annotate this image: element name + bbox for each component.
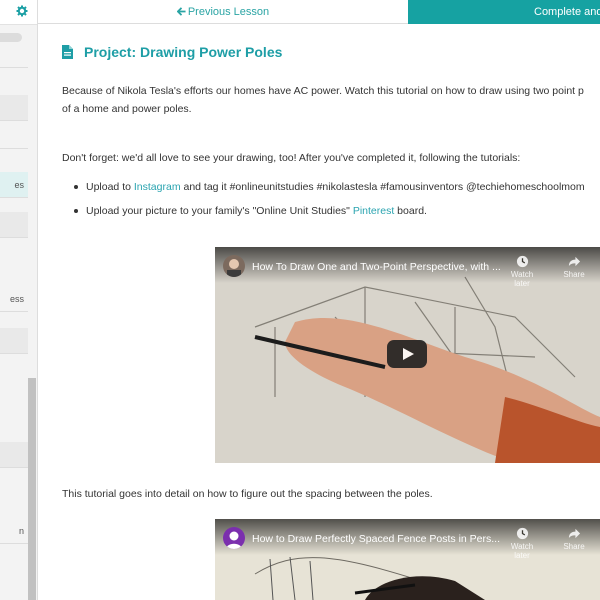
complete-lesson-label: Complete and <box>534 6 600 18</box>
channel-avatar[interactable] <box>223 255 245 277</box>
video-title[interactable]: How to Draw Perfectly Spaced Fence Posts… <box>252 533 502 545</box>
spacing-text: This tutorial goes into detail on how to… <box>62 488 433 500</box>
sidebar-item[interactable] <box>0 328 28 354</box>
sidebar-header <box>0 0 37 25</box>
video-player-fence-posts[interactable]: How to Draw Perfectly Spaced Fence Posts… <box>215 519 600 600</box>
intro-text-line1: Because of Nikola Tesla's efforts our ho… <box>62 85 584 97</box>
sidebar-item[interactable] <box>0 442 28 468</box>
sidebar-item[interactable] <box>0 212 28 238</box>
sidebar-item[interactable]: ess <box>0 286 28 312</box>
clock-icon <box>516 527 528 540</box>
sidebar-scrollbar[interactable] <box>28 378 36 600</box>
sidebar-item[interactable] <box>0 95 28 121</box>
intro-text-line2: of a home and power poles. <box>62 103 192 115</box>
instagram-link[interactable]: Instagram <box>134 181 181 193</box>
gear-icon[interactable] <box>16 5 28 17</box>
watch-later-button[interactable]: Watch later <box>504 255 540 288</box>
sidebar-item-active[interactable]: es <box>0 172 28 198</box>
lesson-content: Project: Drawing Power Poles Because of … <box>62 24 600 600</box>
sidebar-search[interactable] <box>0 33 22 42</box>
instructions-list: Upload to Instagram and tag it #onlineun… <box>72 178 585 226</box>
share-icon <box>568 256 580 267</box>
complete-lesson-button[interactable]: Complete and <box>408 0 600 24</box>
sidebar-divider <box>0 56 28 68</box>
document-icon <box>62 45 73 59</box>
previous-lesson-button[interactable]: Previous Lesson <box>38 0 408 24</box>
share-button[interactable]: Share <box>556 527 592 551</box>
list-item: Upload your picture to your family's "On… <box>72 202 585 226</box>
video-player-perspective[interactable]: How To Draw One and Two-Point Perspectiv… <box>215 247 600 463</box>
page-title: Project: Drawing Power Poles <box>84 44 283 60</box>
reminder-text: Don't forget: we'd all love to see your … <box>62 152 521 164</box>
lesson-nav: Previous Lesson Complete and <box>38 0 600 24</box>
video-title[interactable]: How To Draw One and Two-Point Perspectiv… <box>252 261 502 273</box>
play-icon[interactable] <box>387 340 427 368</box>
channel-avatar[interactable] <box>223 527 245 549</box>
sidebar: es ess n <box>0 0 38 600</box>
watch-later-button[interactable]: Watch later <box>504 527 540 560</box>
sidebar-item[interactable] <box>0 123 28 149</box>
previous-lesson-label: Previous Lesson <box>187 6 270 18</box>
share-icon <box>568 528 580 539</box>
share-button[interactable]: Share <box>556 255 592 279</box>
clock-icon <box>516 255 528 268</box>
arrow-left-icon <box>176 7 186 16</box>
pinterest-link[interactable]: Pinterest <box>353 205 394 217</box>
sidebar-item[interactable]: n <box>0 518 28 544</box>
list-item: Upload to Instagram and tag it #onlineun… <box>72 178 585 202</box>
